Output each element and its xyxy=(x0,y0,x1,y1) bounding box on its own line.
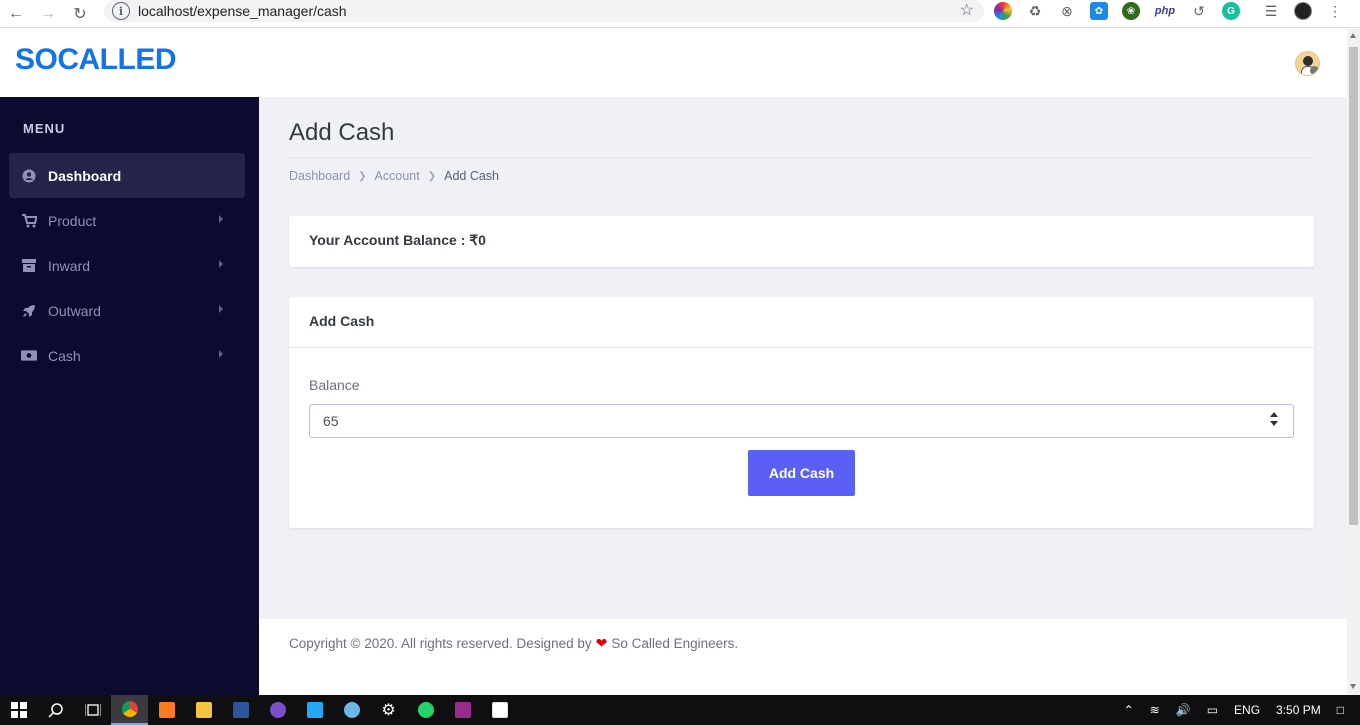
clock[interactable]: 3:50 PM xyxy=(1276,703,1321,717)
app-header: SOCALLED xyxy=(0,29,1347,97)
spin-down-icon[interactable] xyxy=(1270,421,1278,426)
leaf-icon[interactable]: ❀ xyxy=(1122,2,1140,20)
bookmark-star-icon[interactable]: ☆ xyxy=(960,0,974,22)
volume-icon[interactable]: 🔊 xyxy=(1176,703,1191,717)
extension-bar: ♻ ⊗ ✿ ❀ php ↺ G ☰ ⋮ xyxy=(994,0,1358,22)
more-icon[interactable]: ⋮ xyxy=(1326,2,1344,20)
breadcrumb-current: Add Cash xyxy=(444,169,500,183)
dashboard-icon xyxy=(21,168,37,184)
breadcrumb-dashboard[interactable]: Dashboard xyxy=(289,169,350,183)
balance-label: Balance xyxy=(309,377,360,393)
file-explorer-icon[interactable] xyxy=(185,695,222,725)
chevron-right-icon xyxy=(219,350,223,358)
add-cash-card: Add Cash Balance Add Cash xyxy=(289,297,1314,528)
card-title: Add Cash xyxy=(309,313,375,329)
chevron-right-icon: ❯ xyxy=(358,170,367,182)
sidebar-item-cash[interactable]: Cash xyxy=(9,333,245,378)
copyright-text: Copyright © 2020. All rights reserved. D… xyxy=(289,635,738,652)
browser-toolbar: ← → ↻ i localhost/expense_manager/cash ☆… xyxy=(0,0,1360,28)
balance-card: Your Account Balance : ₹0 xyxy=(289,216,1314,267)
history-icon[interactable]: ↺ xyxy=(1190,2,1208,20)
copyright-prefix: Copyright © 2020. All rights reserved. D… xyxy=(289,636,592,651)
grammarly-icon[interactable]: G xyxy=(1222,2,1240,20)
sidebar-item-product[interactable]: Product xyxy=(9,198,245,243)
site-info-icon[interactable]: i xyxy=(112,2,130,20)
wifi-icon[interactable]: ≋ xyxy=(1150,703,1160,717)
search-icon[interactable] xyxy=(37,695,74,725)
settings-icon[interactable]: ⚙ xyxy=(370,695,407,725)
copyright-suffix: So Called Engineers. xyxy=(611,636,739,651)
money-icon xyxy=(21,348,37,364)
recycle-icon[interactable]: ♻ xyxy=(1026,2,1044,20)
sidebar-item-label: Cash xyxy=(48,347,81,364)
word-icon[interactable] xyxy=(222,695,259,725)
breadcrumb-account[interactable]: Account xyxy=(375,169,420,183)
chevron-right-icon xyxy=(219,260,223,268)
vscode-icon[interactable] xyxy=(296,695,333,725)
main-content: Add Cash Dashboard ❯ Account ❯ Add Cash … xyxy=(259,97,1347,619)
cart-icon xyxy=(21,213,37,229)
system-tray: ⌃ ≋ 🔊 ▭ ENG 3:50 PM □ xyxy=(1124,695,1360,725)
close-circle-icon[interactable]: ⊗ xyxy=(1058,2,1076,20)
user-avatar-icon[interactable] xyxy=(1295,51,1320,76)
page-title: Add Cash xyxy=(289,119,395,146)
sidebar-item-label: Inward xyxy=(48,257,91,274)
notification-icon[interactable]: □ xyxy=(1337,703,1344,717)
winrar-icon[interactable] xyxy=(444,695,481,725)
menu-title: MENU xyxy=(23,121,66,136)
breadcrumb: Dashboard ❯ Account ❯ Add Cash xyxy=(289,169,499,183)
avatar-head xyxy=(1303,56,1313,66)
sidebar-item-label: Product xyxy=(48,212,97,229)
battery-icon[interactable]: ▭ xyxy=(1207,703,1218,717)
chevron-up-icon[interactable]: ⌃ xyxy=(1124,703,1134,717)
scroll-thumb[interactable] xyxy=(1349,47,1358,525)
reload-icon[interactable]: ↻ xyxy=(64,3,96,25)
page-scrollbar[interactable] xyxy=(1347,29,1360,695)
logo[interactable]: SOCALLED xyxy=(15,43,177,77)
heart-icon: ❤ xyxy=(595,635,608,651)
spin-up-icon[interactable] xyxy=(1270,412,1278,417)
account-balance: Your Account Balance : ₹0 xyxy=(309,232,486,248)
messenger-icon[interactable]: ✿ xyxy=(1090,2,1108,20)
avatar-settings-badge xyxy=(1310,66,1319,75)
color-wheel-icon[interactable] xyxy=(994,2,1012,20)
profile-icon[interactable] xyxy=(1294,2,1312,20)
title-divider xyxy=(289,157,1314,158)
rocket-icon xyxy=(21,303,37,319)
chevron-right-icon xyxy=(219,305,223,313)
sidebar-item-label: Outward xyxy=(48,302,101,319)
windows-start-icon[interactable] xyxy=(0,695,37,725)
forward-icon[interactable]: → xyxy=(32,3,64,25)
url-text[interactable]: localhost/expense_manager/cash xyxy=(138,3,347,19)
chevron-right-icon xyxy=(219,215,223,223)
archive-icon xyxy=(21,258,37,274)
scroll-down-icon[interactable] xyxy=(1350,684,1356,689)
sidebar-item-label: Dashboard xyxy=(48,167,122,184)
playlist-icon[interactable]: ☰ xyxy=(1262,2,1280,20)
paint-icon[interactable] xyxy=(333,695,370,725)
balance-input[interactable] xyxy=(309,404,1294,438)
sidebar: MENU Dashboard Product Inward Outward Ca… xyxy=(0,97,259,695)
number-spinner[interactable] xyxy=(1269,412,1279,430)
card-header: Add Cash xyxy=(289,297,1314,348)
footer: Copyright © 2020. All rights reserved. D… xyxy=(259,619,1347,687)
app-purple-icon[interactable] xyxy=(259,695,296,725)
whatsapp-icon[interactable] xyxy=(407,695,444,725)
chrome-icon[interactable] xyxy=(111,695,148,725)
sidebar-item-outward[interactable]: Outward xyxy=(9,288,245,333)
xampp-icon[interactable] xyxy=(148,695,185,725)
address-bar[interactable]: i localhost/expense_manager/cash ☆ xyxy=(104,0,984,22)
task-view-icon[interactable] xyxy=(74,695,111,725)
photos-icon[interactable] xyxy=(481,695,518,725)
language-indicator[interactable]: ENG xyxy=(1234,703,1260,717)
php-icon[interactable]: php xyxy=(1154,2,1176,20)
scroll-up-icon[interactable] xyxy=(1350,33,1356,38)
chevron-right-icon: ❯ xyxy=(427,170,437,182)
taskbar: ⚙ ⌃ ≋ 🔊 ▭ ENG 3:50 PM □ xyxy=(0,695,1360,725)
sidebar-item-inward[interactable]: Inward xyxy=(9,243,245,288)
add-cash-button[interactable]: Add Cash xyxy=(748,450,855,496)
sidebar-item-dashboard[interactable]: Dashboard xyxy=(9,153,245,198)
back-icon[interactable]: ← xyxy=(0,3,32,25)
